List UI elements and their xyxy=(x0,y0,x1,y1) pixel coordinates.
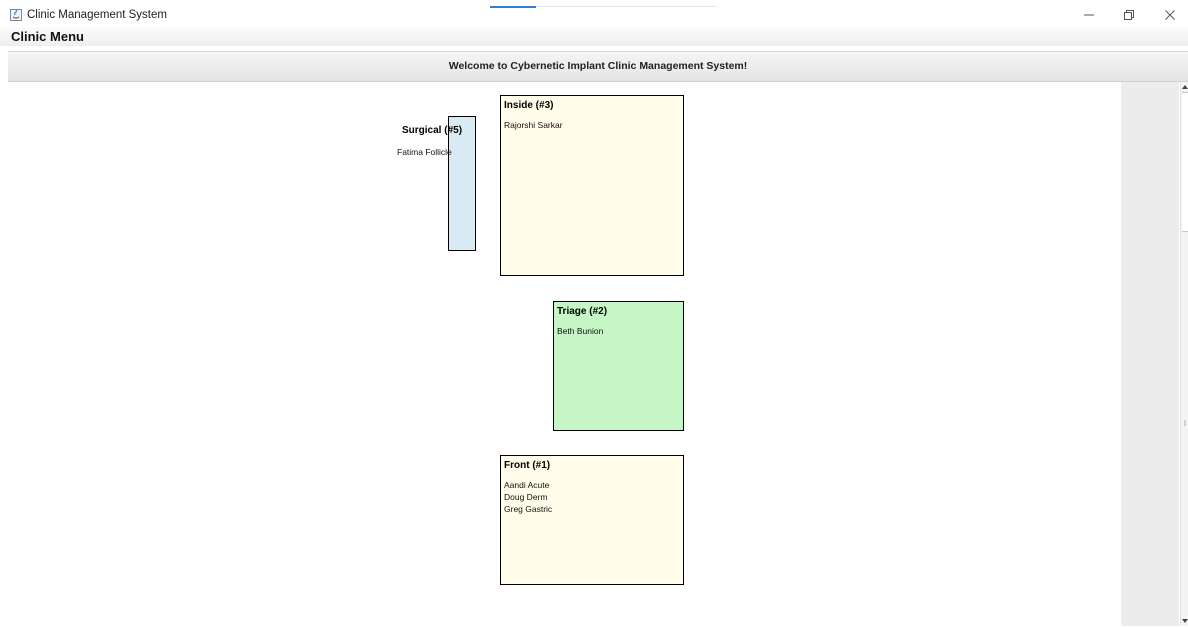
menu-clinic[interactable]: Clinic Menu xyxy=(11,29,84,44)
patient-front-0[interactable]: Aandi Acute xyxy=(504,480,549,490)
clinic-map-area: Surgical (#5) Fatima Follicle Inside (#3… xyxy=(8,82,1121,626)
menu-bar: Clinic Menu xyxy=(0,28,1188,46)
room-triage-title: Triage (#2) xyxy=(557,306,608,317)
patient-surgical-0[interactable]: Fatima Follicle xyxy=(397,147,452,157)
scroll-down-arrow-icon[interactable] xyxy=(1182,619,1188,623)
room-triage[interactable] xyxy=(553,301,684,431)
title-bar[interactable]: Clinic Management System xyxy=(0,0,1188,28)
scroll-thumb[interactable] xyxy=(1182,92,1188,232)
clinic-window: Clinic Management System Clinic Menu Wel… xyxy=(0,0,1188,628)
scroll-grip xyxy=(1184,420,1186,426)
patient-front-2[interactable]: Greg Gastric xyxy=(504,504,552,514)
room-inside-title: Inside (#3) xyxy=(504,100,554,111)
vertical-scrollbar[interactable] xyxy=(1180,82,1188,626)
restore-button[interactable] xyxy=(1115,6,1143,24)
window-title: Clinic Management System xyxy=(27,9,167,21)
title-accent-bar xyxy=(490,6,536,8)
patient-front-1[interactable]: Doug Derm xyxy=(504,492,547,502)
patient-inside-0[interactable]: Rajorshi Sarkar xyxy=(504,120,563,130)
restore-icon xyxy=(1124,10,1134,20)
minimize-icon xyxy=(1084,14,1094,16)
scroll-up-arrow-icon[interactable] xyxy=(1182,85,1188,89)
close-button[interactable] xyxy=(1156,6,1184,24)
room-front[interactable] xyxy=(500,455,684,585)
java-app-icon xyxy=(10,9,22,21)
minimize-button[interactable] xyxy=(1075,6,1103,24)
patient-triage-0[interactable]: Beth Bunion xyxy=(557,326,603,336)
welcome-banner: Welcome to Cybernetic Implant Clinic Man… xyxy=(8,51,1188,82)
side-panel xyxy=(1121,82,1179,626)
room-front-title: Front (#1) xyxy=(504,460,551,471)
close-icon xyxy=(1165,10,1175,20)
room-surgical[interactable] xyxy=(448,116,476,251)
room-surgical-title: Surgical (#5) xyxy=(402,125,463,136)
welcome-text: Welcome to Cybernetic Implant Clinic Man… xyxy=(448,60,748,72)
title-accent-line xyxy=(536,6,716,7)
